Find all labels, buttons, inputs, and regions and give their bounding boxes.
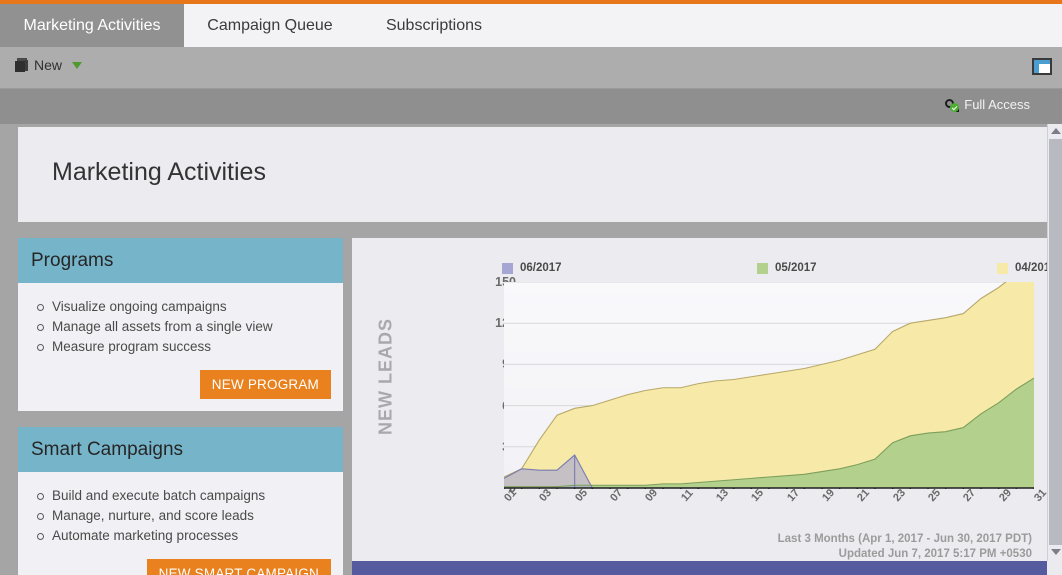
x-tick-label: 03 xyxy=(537,486,555,505)
legend-swatch xyxy=(997,262,1008,274)
page-title-panel: Marketing Activities xyxy=(18,127,1054,222)
list-item: Automate marketing processes xyxy=(30,526,331,546)
bottom-accent-bar xyxy=(352,561,1054,575)
legend-label: 05/2017 xyxy=(775,262,817,274)
cube-icon xyxy=(15,58,28,72)
chart-updated-time: Updated Jun 7, 2017 5:17 PM +0530 xyxy=(838,548,1032,560)
card-body: Build and execute batch campaigns Manage… xyxy=(18,472,343,575)
x-tick-label: 15 xyxy=(749,486,767,505)
chart-y-axis-title: NEW LEADS xyxy=(375,318,396,435)
legend-item[interactable]: 06/2017 xyxy=(502,262,562,274)
access-label: Full Access xyxy=(964,97,1030,112)
legend-swatch xyxy=(502,262,513,274)
access-bar: Full Access xyxy=(0,89,1062,124)
chart-footer: Last 3 Months (Apr 1, 2017 - Jun 30, 201… xyxy=(778,532,1032,562)
x-tick-label: 05 xyxy=(572,486,590,505)
card-title: Programs xyxy=(31,249,114,271)
x-tick-label: 21 xyxy=(855,486,873,505)
new-button[interactable]: New xyxy=(15,57,83,73)
window-panel-icon[interactable] xyxy=(1032,58,1052,75)
tab-label: Campaign Queue xyxy=(207,16,333,34)
tab-marketing-activities[interactable]: Marketing Activities xyxy=(0,1,184,47)
card-header: Programs xyxy=(18,238,343,283)
full-access-indicator[interactable]: Full Access xyxy=(945,97,1030,112)
x-tick-label: 19 xyxy=(820,486,838,505)
new-program-button[interactable]: NEW PROGRAM xyxy=(199,370,331,399)
x-tick-label: 27 xyxy=(961,486,979,505)
card-smart-campaigns: Smart Campaigns Build and execute batch … xyxy=(18,427,343,575)
list-item: Manage all assets from a single view xyxy=(30,317,331,337)
chart-x-axis-labels: 01 03 05 07 09 11 13 15 17 19 21 23 25 27 29 31 xyxy=(502,487,1049,532)
card-action-row: NEW PROGRAM xyxy=(30,370,331,399)
left-gutter xyxy=(0,124,18,575)
chart-svg xyxy=(503,262,1035,493)
page-title: Marketing Activities xyxy=(52,158,266,186)
x-tick-label: 13 xyxy=(714,486,732,505)
toolbar: New xyxy=(0,47,1062,89)
x-tick-label: 07 xyxy=(608,486,626,505)
new-button-label: New xyxy=(34,57,63,73)
legend-swatch xyxy=(757,262,768,274)
scrollbar-corner xyxy=(1047,561,1062,575)
tab-campaign-queue[interactable]: Campaign Queue xyxy=(184,4,356,47)
x-tick-label: 23 xyxy=(890,486,908,505)
chart-legend: 06/2017 05/2017 04/2017 xyxy=(502,262,1057,278)
x-tick-label: 29 xyxy=(996,486,1014,505)
tab-label: Marketing Activities xyxy=(23,16,161,34)
x-tick-label: 11 xyxy=(678,487,696,505)
card-programs: Programs Visualize ongoing campaigns Man… xyxy=(18,238,343,411)
chart-plot-area xyxy=(503,262,1035,493)
list-item: Measure program success xyxy=(30,337,331,357)
card-feature-list: Build and execute batch campaigns Manage… xyxy=(30,486,331,546)
x-tick-label: 09 xyxy=(643,486,661,505)
scrollbar-thumb[interactable] xyxy=(1049,139,1062,545)
chart-date-range: Last 3 Months (Apr 1, 2017 - Jun 30, 201… xyxy=(777,533,1032,545)
key-icon xyxy=(945,98,960,112)
card-feature-list: Visualize ongoing campaigns Manage all a… xyxy=(30,297,331,357)
x-tick-label: 17 xyxy=(784,486,802,505)
scroll-up-arrow-icon[interactable] xyxy=(1051,128,1061,134)
tab-subscriptions[interactable]: Subscriptions xyxy=(356,4,512,47)
legend-label: 06/2017 xyxy=(520,262,562,274)
list-item: Build and execute batch campaigns xyxy=(30,486,331,506)
card-action-row: NEW SMART CAMPAIGN xyxy=(30,559,331,575)
application-window: Marketing Activities Campaign Queue Subs… xyxy=(0,0,1062,575)
new-smart-campaign-button[interactable]: NEW SMART CAMPAIGN xyxy=(146,559,331,575)
list-item: Visualize ongoing campaigns xyxy=(30,297,331,317)
tab-label: Subscriptions xyxy=(385,16,483,34)
card-title: Smart Campaigns xyxy=(31,438,184,460)
x-tick-label: 25 xyxy=(926,486,944,505)
new-leads-chart-panel: NEW LEADS 06/201705/201704/2017 03060901… xyxy=(352,238,1057,562)
tab-bar: Marketing Activities Campaign Queue Subs… xyxy=(0,1,1062,47)
chevron-down-icon[interactable] xyxy=(72,61,83,69)
legend-item[interactable]: 05/2017 xyxy=(757,262,817,274)
vertical-scrollbar[interactable] xyxy=(1047,124,1062,575)
list-item: Manage, nurture, and score leads xyxy=(30,506,331,526)
card-body: Visualize ongoing campaigns Manage all a… xyxy=(18,283,343,411)
card-header: Smart Campaigns xyxy=(18,427,343,472)
scroll-down-arrow-icon[interactable] xyxy=(1051,549,1061,555)
